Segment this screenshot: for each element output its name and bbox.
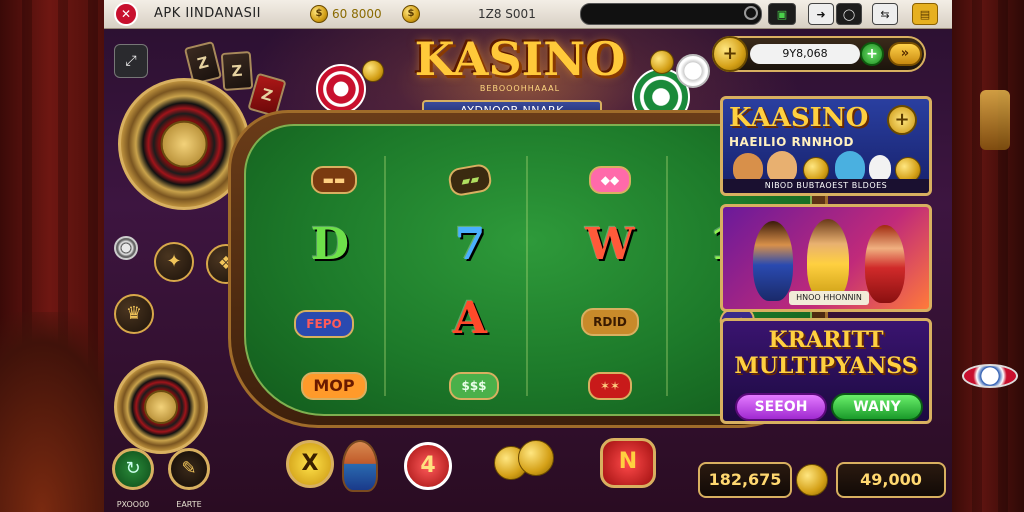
character-avatar xyxy=(865,225,905,303)
reel-symbol-w[interactable]: W xyxy=(562,216,658,274)
promo2-tag: HNOO HHONNIN xyxy=(789,291,869,305)
joker-icon[interactable]: ✦ xyxy=(154,242,194,282)
promo-card-characters[interactable]: HNOO HHONNIN xyxy=(720,204,932,312)
search-icon xyxy=(744,6,758,20)
next-button[interactable]: » xyxy=(888,42,922,66)
link-icon[interactable]: ◯ xyxy=(836,3,862,25)
promo-card-multiplier[interactable]: KRARITT MULTIPYANSS SEEOH WANY xyxy=(720,318,932,424)
magic-wand-button[interactable]: ✎ xyxy=(168,448,210,490)
character-avatar xyxy=(753,221,793,301)
reel-symbol-7[interactable]: 7 xyxy=(422,216,518,274)
wheel-hub xyxy=(160,120,208,168)
promo1-subtitle: HAEILIO RNNHOD xyxy=(729,135,855,149)
character-avatar xyxy=(869,155,891,181)
reel-label-rdid: RDID xyxy=(581,307,639,336)
plus-icon[interactable]: + xyxy=(887,105,917,135)
casino-chip-icon[interactable]: ✕ xyxy=(114,2,138,26)
reel-symbol-ticket[interactable]: ▰▰ xyxy=(422,150,518,208)
brand-name: APK IINDANASII xyxy=(154,6,261,21)
coin-icon[interactable] xyxy=(796,464,828,496)
balance-panel: + 9Y8,068 + » xyxy=(712,36,926,72)
coin-icon xyxy=(362,60,384,82)
coin-icon xyxy=(650,50,674,74)
reel-symbol-pink-candy[interactable]: ◆◆ xyxy=(562,150,658,208)
reel-symbol-a[interactable]: A xyxy=(422,290,518,348)
chip-icon xyxy=(114,236,138,260)
roulette-wheel-small[interactable] xyxy=(114,360,208,454)
red-chip-icon xyxy=(316,64,366,114)
magic-label: EARTE xyxy=(176,500,202,509)
promo3-title-line1: KRARITT xyxy=(768,327,884,353)
trophy-icon[interactable]: ♛ xyxy=(114,294,154,334)
reel-symbol-ribbon[interactable]: ✶✶ xyxy=(562,356,658,414)
forward-icon[interactable]: ➜ xyxy=(808,3,834,25)
side-card-2[interactable]: Z xyxy=(220,50,254,92)
camera-icon[interactable]: ▣ xyxy=(768,3,796,25)
add-coins-button[interactable]: + xyxy=(712,36,748,72)
dice-4-button[interactable]: 4 xyxy=(404,442,452,490)
search-input[interactable] xyxy=(580,3,762,25)
reel-symbol-cash[interactable]: $$$ xyxy=(426,356,522,414)
user-switch-icon[interactable]: ⇆ xyxy=(872,3,898,25)
game-title: KASINO xyxy=(414,32,626,86)
plus-icon[interactable]: + xyxy=(860,42,884,66)
exit-icon[interactable]: ⤢ xyxy=(114,44,148,78)
reel-symbol-chocolate-bar[interactable]: ▬▬ xyxy=(286,150,382,208)
promo1-strip: NIBOD BUBTAOEST BLDOES xyxy=(723,179,929,193)
reel-symbol-fepo[interactable]: FEPO xyxy=(276,294,372,352)
stat-left: 182,675 xyxy=(698,462,792,498)
gem-balance: 1Z8 S001 xyxy=(478,7,536,21)
lamp-decoration xyxy=(980,90,1010,150)
promo3-title-line2: MULTIPYANSS xyxy=(734,353,918,379)
stat-right: 49,000 xyxy=(836,462,946,498)
gem-coin-icon: $ xyxy=(402,5,420,23)
top-bar: ✕ APK IINDANASII $ 60 8000 $ 1Z8 S001 ▣ … xyxy=(104,0,952,29)
reel-label-mop: MOP xyxy=(301,371,367,400)
reel-symbol-mop[interactable]: MOP xyxy=(286,356,382,414)
mascot-icon[interactable] xyxy=(342,440,378,492)
wany-button[interactable]: WANY xyxy=(831,393,923,421)
yellow-menu-icon[interactable]: ▤ xyxy=(912,3,938,25)
character-avatar xyxy=(807,219,849,301)
promo-card-kaasino[interactable]: KAASINO + HAEILIO RNNHOD NIBOD BUBTAOEST… xyxy=(720,96,932,196)
curtain-right xyxy=(952,0,1024,512)
heart-n-button[interactable]: N xyxy=(600,438,656,488)
spin-button[interactable]: ↻ xyxy=(112,448,154,490)
coin-stack-icon[interactable] xyxy=(518,440,554,476)
promo3-title: KRARITT MULTIPYANSS xyxy=(723,327,929,379)
reel-symbol-rdid[interactable]: RDID xyxy=(562,292,658,350)
close-spin-button[interactable]: X xyxy=(286,440,334,488)
game-window: ✕ APK IINDANASII $ 60 8000 $ 1Z8 S001 ▣ … xyxy=(104,0,952,512)
white-chip-icon xyxy=(676,54,710,88)
spin-label: PXOO00 xyxy=(116,500,150,509)
promo1-title: KAASINO xyxy=(729,103,869,133)
coin-icon: $ xyxy=(310,5,328,23)
reel-label-fepo: FEPO xyxy=(294,309,354,338)
wheel-hub xyxy=(144,390,178,424)
seeoh-button[interactable]: SEEOH xyxy=(735,393,827,421)
chip-stack-decoration xyxy=(962,364,1018,388)
reel-symbol-d[interactable]: D xyxy=(282,216,378,274)
balance-value: 9Y8,068 xyxy=(750,44,860,64)
coin-balance: 60 8000 xyxy=(332,7,382,21)
game-subtitle: BEBOOOHHAAAL xyxy=(479,84,561,93)
